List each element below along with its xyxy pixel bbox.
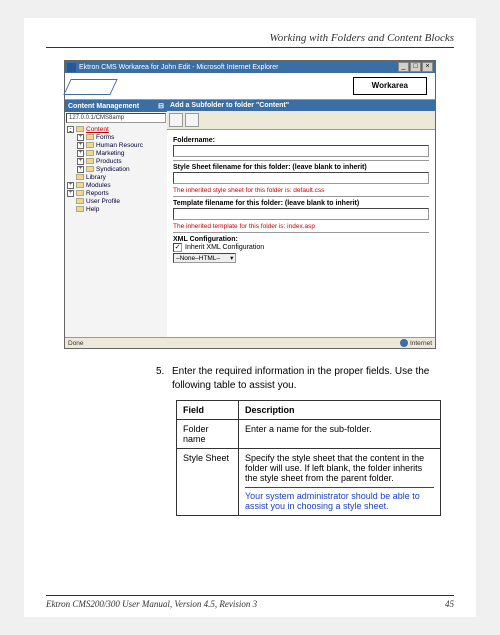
address-bar[interactable]: 127.0.0.1/CMS8amp — [66, 113, 166, 123]
xml-config-select[interactable]: –None–HTML– ▾ — [173, 253, 236, 263]
inherit-xml-label: Inherit XML Configuration — [185, 244, 264, 251]
expand-icon[interactable]: + — [77, 150, 84, 157]
main-pane: Add a Subfolder to folder "Content" Fold… — [167, 100, 435, 337]
folder-tree: -Content +Forms +Human Resourc +Marketin… — [65, 124, 167, 214]
status-left: Done — [68, 340, 84, 347]
foldername-input[interactable] — [173, 145, 429, 157]
table-row: Style Sheet Specify the style sheet that… — [177, 449, 441, 516]
expand-icon[interactable]: + — [77, 142, 84, 149]
inherited-tpl-hint: The inherited template for this folder i… — [173, 223, 429, 230]
folder-icon — [76, 190, 84, 196]
toolbar — [167, 111, 435, 130]
expand-icon[interactable]: + — [77, 166, 84, 173]
col-header-field: Field — [177, 401, 239, 420]
window-titlebar: Ektron CMS Workarea for John Edit - Micr… — [65, 61, 435, 73]
sidebar-toggle-icon[interactable]: ⊟ — [158, 102, 164, 110]
tree-item-help[interactable]: Help — [67, 205, 165, 213]
cell-desc: Specify the style sheet that the content… — [239, 449, 441, 516]
cell-field: Folder name — [177, 420, 239, 449]
tree-item-products[interactable]: +Products — [67, 157, 165, 165]
expand-icon[interactable]: + — [67, 182, 74, 189]
step-5: 5. Enter the required information in the… — [156, 365, 454, 392]
col-header-description: Description — [239, 401, 441, 420]
ektron-logo — [65, 73, 145, 99]
tree-item-forms[interactable]: +Forms — [67, 133, 165, 141]
page-footer: Ektron CMS200/300 User Manual, Version 4… — [46, 595, 454, 609]
page-number: 45 — [445, 599, 454, 609]
logo-row: Workarea — [65, 73, 435, 100]
foldername-label: Foldername: — [173, 137, 429, 144]
admin-note: Your system administrator should be able… — [245, 487, 434, 511]
tree-item-user-profile[interactable]: User Profile — [67, 197, 165, 205]
expand-icon[interactable]: + — [77, 134, 84, 141]
tree-item-syndication[interactable]: +Syndication — [67, 165, 165, 173]
ie-icon — [67, 63, 76, 72]
sidebar: Content Management ⊟ 127.0.0.1/CMS8amp -… — [65, 100, 167, 337]
save-button[interactable] — [169, 113, 183, 127]
tree-item-hr[interactable]: +Human Resourc — [67, 141, 165, 149]
folder-icon — [76, 126, 84, 132]
sidebar-header: Content Management ⊟ — [65, 100, 167, 112]
chevron-down-icon: ▾ — [230, 254, 233, 262]
table-row: Folder name Enter a name for the sub-fol… — [177, 420, 441, 449]
folder-icon — [76, 198, 84, 204]
inherit-xml-checkbox[interactable]: ✓ — [173, 243, 182, 252]
tree-item-content[interactable]: -Content — [67, 125, 165, 133]
table-header-row: Field Description — [177, 401, 441, 420]
status-bar: Done Internet — [65, 337, 435, 348]
folder-icon — [76, 182, 84, 188]
template-input[interactable] — [173, 208, 429, 220]
tree-item-modules[interactable]: +Modules — [67, 181, 165, 189]
back-button[interactable] — [185, 113, 199, 127]
expand-icon[interactable]: + — [77, 158, 84, 165]
form-body: Foldername: Style Sheet filename for thi… — [167, 130, 435, 337]
screenshot-window: Ektron CMS Workarea for John Edit - Micr… — [64, 60, 436, 349]
minimize-button[interactable]: _ — [398, 62, 409, 72]
footer-left: Ektron CMS200/300 User Manual, Version 4… — [46, 599, 257, 609]
folder-icon — [86, 134, 94, 140]
page: Working with Folders and Content Blocks … — [24, 18, 476, 617]
step-text: Enter the required information in the pr… — [172, 365, 454, 392]
status-right: Internet — [410, 340, 432, 347]
internet-zone-icon — [400, 339, 408, 347]
folder-icon — [86, 158, 94, 164]
tree-item-reports[interactable]: +Reports — [67, 189, 165, 197]
window-title: Ektron CMS Workarea for John Edit - Micr… — [79, 64, 278, 71]
folder-icon — [76, 174, 84, 180]
cell-field: Style Sheet — [177, 449, 239, 516]
fields-table: Field Description Folder name Enter a na… — [176, 400, 441, 516]
folder-icon — [86, 142, 94, 148]
collapse-icon[interactable]: - — [67, 126, 74, 133]
tree-item-marketing[interactable]: +Marketing — [67, 149, 165, 157]
main-pane-header: Add a Subfolder to folder "Content" — [167, 100, 435, 111]
content-area: Content Management ⊟ 127.0.0.1/CMS8amp -… — [65, 100, 435, 337]
tree-item-library[interactable]: Library — [67, 173, 165, 181]
workarea-label: Workarea — [353, 77, 427, 95]
inherit-xml-row: ✓ Inherit XML Configuration — [173, 243, 429, 252]
stylesheet-input[interactable] — [173, 172, 429, 184]
window-controls: _ □ × — [398, 62, 433, 72]
chapter-title: Working with Folders and Content Blocks — [46, 32, 454, 48]
folder-icon — [76, 206, 84, 212]
cell-desc: Enter a name for the sub-folder. — [239, 420, 441, 449]
maximize-button[interactable]: □ — [410, 62, 421, 72]
stylesheet-label: Style Sheet filename for this folder: (l… — [173, 164, 429, 171]
inherited-css-hint: The inherited style sheet for this folde… — [173, 187, 429, 194]
step-number: 5. — [156, 365, 172, 392]
expand-icon[interactable]: + — [67, 190, 74, 197]
folder-icon — [86, 150, 94, 156]
template-label: Template filename for this folder: (leav… — [173, 200, 429, 207]
close-button[interactable]: × — [422, 62, 433, 72]
xml-config-label: XML Configuration: — [173, 236, 429, 243]
folder-icon — [86, 166, 94, 172]
